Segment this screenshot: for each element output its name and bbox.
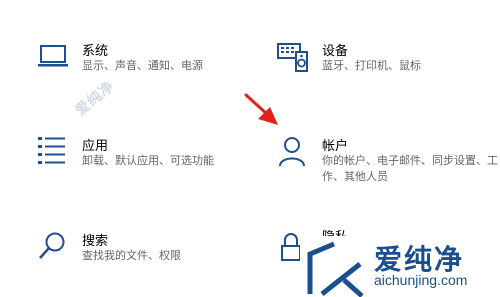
logo-icon — [307, 241, 364, 297]
settings-tile-search[interactable]: 搜索 查找我的文件、权限 — [36, 230, 246, 290]
person-icon — [279, 137, 305, 167]
tile-title: 帐户 — [322, 138, 349, 153]
tile-description: 查找我的文件、权限 — [82, 250, 181, 262]
tile-description: 显示、声音、通知、电源 — [82, 60, 203, 72]
tile-title: 应用 — [82, 138, 109, 153]
settings-tile-system[interactable]: 系统 显示、声音、通知、电源 — [36, 40, 246, 100]
keyboard-speaker-icon — [277, 43, 308, 72]
watermark-site: aichunjing.com — [374, 272, 468, 288]
tile-description: 蓝牙、打印机、鼠标 — [322, 60, 421, 72]
apps-list-icon — [38, 137, 65, 164]
watermark-logo: 爱纯净 aichunjing.com — [300, 236, 500, 297]
laptop-icon — [38, 45, 68, 67]
tile-title: 设备 — [322, 43, 349, 58]
settings-tile-devices[interactable]: 设备 蓝牙、打印机、鼠标 — [276, 40, 486, 100]
tile-title: 搜索 — [82, 233, 109, 248]
tile-title: 系统 — [82, 43, 109, 58]
tile-description: 你的帐户、电子邮件、同步设置、工作、其他人员 — [322, 155, 498, 183]
red-arrow-icon — [244, 93, 278, 125]
settings-tile-account[interactable]: 帐户 你的帐户、电子邮件、同步设置、工作、其他人员 — [276, 135, 498, 195]
tile-description: 卸载、默认应用、可选功能 — [82, 155, 214, 167]
search-icon — [39, 232, 65, 259]
settings-tile-apps[interactable]: 应用 卸载、默认应用、可选功能 — [36, 135, 246, 195]
